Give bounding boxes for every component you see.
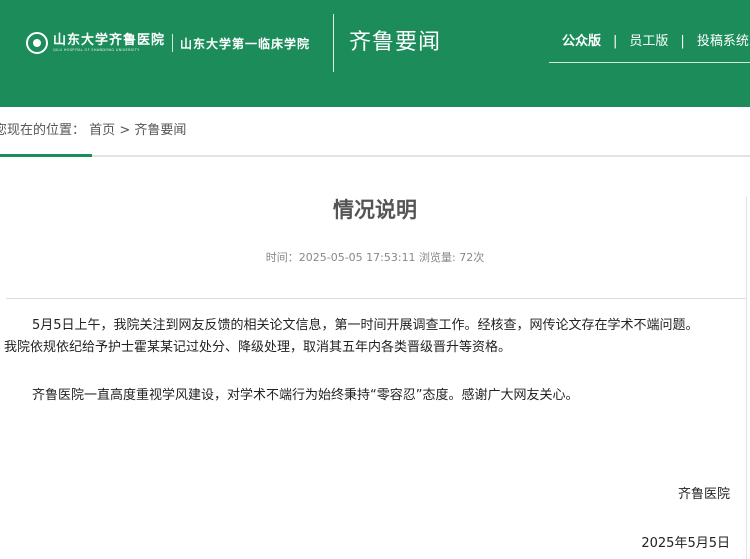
nav-separator: |: [613, 34, 618, 49]
breadcrumb-home-link[interactable]: 首页: [89, 123, 115, 138]
breadcrumb-current-link[interactable]: 齐鲁要闻: [134, 123, 186, 138]
breadcrumb-divider: [0, 155, 750, 157]
nav-staff-version[interactable]: 员工版: [629, 33, 668, 51]
article-paragraph-1-line-1: 5月5日上午，我院关注到网友反馈的相关论文信息，第一时间开展调查工作。经核查，网…: [32, 318, 699, 333]
hospital-emblem-icon: [26, 32, 48, 54]
breadcrumb-accent-bar: [0, 154, 92, 157]
nav-underline: [549, 62, 750, 63]
article-title: 情况说明: [333, 198, 417, 222]
top-nav: 公众版 | 员工版 | 投稿系统: [562, 33, 749, 51]
article-meta-divider: [6, 298, 746, 299]
article-paragraph-1: 5月5日上午，我院关注到网友反馈的相关论文信息，第一时间开展调查工作。经核查，网…: [4, 315, 738, 359]
nav-submission-system[interactable]: 投稿系统: [697, 33, 749, 51]
site-header: 山东大学齐鲁医院 QILU HOSPITAL OF SHANDONG UNIVE…: [0, 0, 750, 107]
article-signer: 齐鲁医院: [677, 487, 730, 502]
logo-text-group: 山东大学齐鲁医院 QILU HOSPITAL OF SHANDONG UNIVE…: [53, 33, 165, 53]
article-date: 2025年5月5日: [641, 536, 730, 551]
nav-separator: |: [680, 34, 685, 49]
header-divider: [333, 14, 334, 72]
nav-public-version[interactable]: 公众版: [562, 33, 601, 51]
article-meta: 时间：2025-05-05 17:53:11 浏览量: 72次: [265, 251, 485, 264]
article-paragraph-1-line-2: 我院依规依纪给予护士霍某某记过处分、降级处理，取消其五年内各类晋级晋升等资格。: [4, 340, 512, 355]
site-section-title: 齐鲁要闻: [349, 30, 442, 55]
breadcrumb-separator: >: [119, 123, 131, 138]
breadcrumb: 您现在的位置： 首页 > 齐鲁要闻: [0, 122, 186, 140]
logo-hospital-name-en: QILU HOSPITAL OF SHANDONG UNIVERSITY: [53, 48, 140, 52]
article-paragraph-2: 齐鲁医院一直高度重视学风建设，对学术不端行为始终秉持“零容忍”态度。感谢广大网友…: [32, 388, 579, 403]
logo-college-name: 山东大学第一临床学院: [180, 36, 311, 51]
hospital-logo[interactable]: 山东大学齐鲁医院 QILU HOSPITAL OF SHANDONG UNIVE…: [26, 29, 310, 57]
logo-hospital-name: 山东大学齐鲁医院: [53, 33, 166, 48]
logo-divider: [172, 34, 174, 52]
breadcrumb-prefix: 您现在的位置：: [0, 123, 86, 138]
